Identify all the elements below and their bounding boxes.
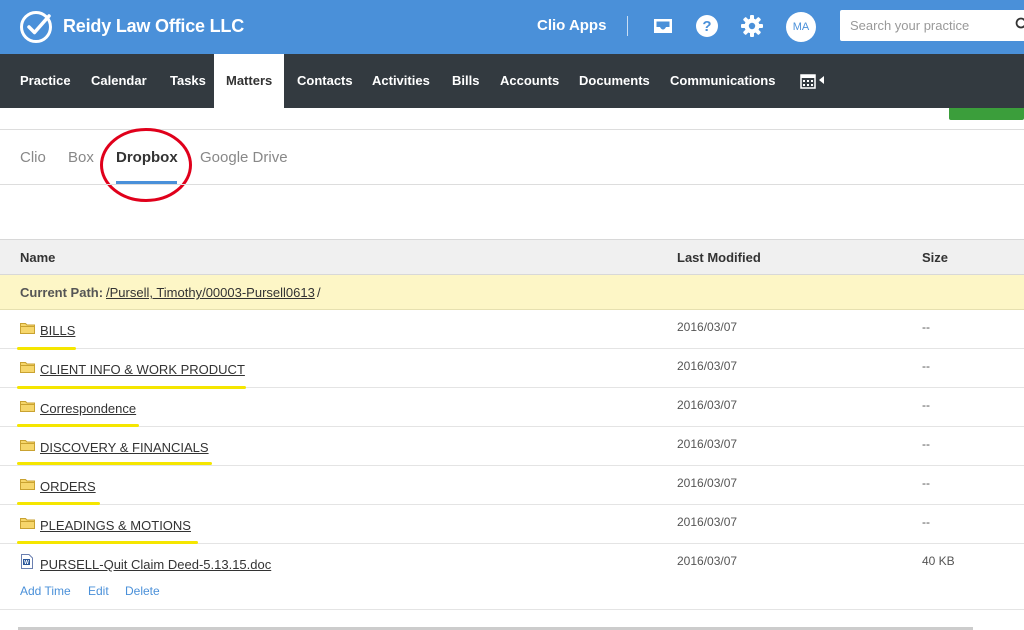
annotation-underline <box>17 462 212 465</box>
row-size: 40 KB <box>922 554 955 568</box>
check-logo-icon[interactable] <box>19 10 53 44</box>
table-row[interactable]: W PURSELL-Quit Claim Deed-5.13.15.doc 20… <box>0 544 1024 610</box>
main-nav: Practice Calendar Tasks Matters Contacts… <box>0 54 1024 108</box>
nav-matters[interactable]: Matters <box>214 54 284 108</box>
table-row[interactable]: CLIENT INFO & WORK PRODUCT 2016/03/07 -- <box>0 349 1024 388</box>
current-path-tail: / <box>317 285 321 300</box>
row-name-link[interactable]: Correspondence <box>40 401 136 416</box>
row-size: -- <box>922 320 930 334</box>
firm-name[interactable]: Reidy Law Office LLC <box>63 16 244 37</box>
table-header: Name Last Modified Size <box>0 239 1024 275</box>
table-row[interactable]: ORDERS 2016/03/07 -- <box>0 466 1024 505</box>
row-name-link[interactable]: ORDERS <box>40 479 96 494</box>
row-modified: 2016/03/07 <box>677 359 738 373</box>
row-modified: 2016/03/07 <box>677 320 738 334</box>
row-name-link[interactable]: CLIENT INFO & WORK PRODUCT <box>40 362 245 377</box>
nav-documents[interactable]: Documents <box>579 54 650 108</box>
table-row[interactable]: BILLS 2016/03/07 -- <box>0 310 1024 349</box>
annotation-underline <box>17 347 76 350</box>
user-avatar[interactable]: MA <box>786 12 816 42</box>
search-input[interactable] <box>840 10 1024 41</box>
tab-google-drive[interactable]: Google Drive <box>200 149 288 166</box>
annotation-underline <box>17 502 100 505</box>
nav-practice[interactable]: Practice <box>20 54 71 108</box>
row-name-link[interactable]: DISCOVERY & FINANCIALS <box>40 440 209 455</box>
row-modified: 2016/03/07 <box>677 515 738 529</box>
add-time-link[interactable]: Add Time <box>20 584 71 598</box>
folder-icon <box>20 440 35 451</box>
word-doc-icon: W <box>21 554 33 569</box>
nav-activities[interactable]: Activities <box>372 54 430 108</box>
row-modified: 2016/03/07 <box>677 476 738 490</box>
row-modified: 2016/03/07 <box>677 554 738 568</box>
row-modified: 2016/03/07 <box>677 437 738 451</box>
edit-link[interactable]: Edit <box>88 584 109 598</box>
current-path-label: Current Path: <box>20 285 104 300</box>
row-size: -- <box>922 515 930 529</box>
row-name-link[interactable]: BILLS <box>40 323 75 338</box>
col-name[interactable]: Name <box>20 250 55 265</box>
delete-link[interactable]: Delete <box>125 584 160 598</box>
row-name-link[interactable]: PURSELL-Quit Claim Deed-5.13.15.doc <box>40 557 271 572</box>
calendar-icon[interactable] <box>800 73 816 89</box>
tabs-bottom-divider <box>0 184 1024 185</box>
svg-text:W: W <box>24 560 29 566</box>
col-size[interactable]: Size <box>922 250 948 265</box>
folder-icon <box>20 401 35 412</box>
gear-icon[interactable] <box>740 14 764 38</box>
annotation-circle <box>100 128 192 202</box>
annotation-underline <box>17 424 139 427</box>
tab-box[interactable]: Box <box>68 149 94 166</box>
table-row[interactable]: DISCOVERY & FINANCIALS 2016/03/07 -- <box>0 427 1024 466</box>
header-divider <box>627 16 628 36</box>
nav-tasks[interactable]: Tasks <box>170 54 206 108</box>
row-size: -- <box>922 476 930 490</box>
nav-calendar[interactable]: Calendar <box>91 54 147 108</box>
nav-communications[interactable]: Communications <box>670 54 775 108</box>
table-row[interactable]: PLEADINGS & MOTIONS 2016/03/07 -- <box>0 505 1024 544</box>
caret-left-icon[interactable] <box>819 76 824 84</box>
row-name-link[interactable]: PLEADINGS & MOTIONS <box>40 518 191 533</box>
folder-icon <box>20 323 35 334</box>
inbox-icon[interactable] <box>651 14 675 38</box>
folder-icon <box>20 518 35 529</box>
row-size: -- <box>922 437 930 451</box>
green-action-button[interactable] <box>949 108 1024 120</box>
col-last-modified[interactable]: Last Modified <box>677 250 761 265</box>
search-icon[interactable] <box>1015 17 1024 31</box>
nav-accounts[interactable]: Accounts <box>500 54 559 108</box>
annotation-underline <box>17 386 246 389</box>
current-path-bar: Current Path: /Pursell, Timothy/00003-Pu… <box>0 275 1024 310</box>
folder-icon <box>20 479 35 490</box>
current-path-link[interactable]: /Pursell, Timothy/00003-Pursell0613 <box>106 285 315 300</box>
nav-bills[interactable]: Bills <box>452 54 479 108</box>
folder-icon <box>20 362 35 373</box>
nav-contacts[interactable]: Contacts <box>297 54 353 108</box>
top-header: Reidy Law Office LLC Clio Apps ? MA <box>0 0 1024 54</box>
clio-apps-link[interactable]: Clio Apps <box>537 17 606 34</box>
row-size: -- <box>922 359 930 373</box>
row-size: -- <box>922 398 930 412</box>
help-icon[interactable]: ? <box>695 14 719 38</box>
table-row[interactable]: Correspondence 2016/03/07 -- <box>0 388 1024 427</box>
annotation-underline <box>17 541 198 544</box>
svg-text:?: ? <box>702 18 711 35</box>
row-modified: 2016/03/07 <box>677 398 738 412</box>
tab-clio[interactable]: Clio <box>20 149 46 166</box>
